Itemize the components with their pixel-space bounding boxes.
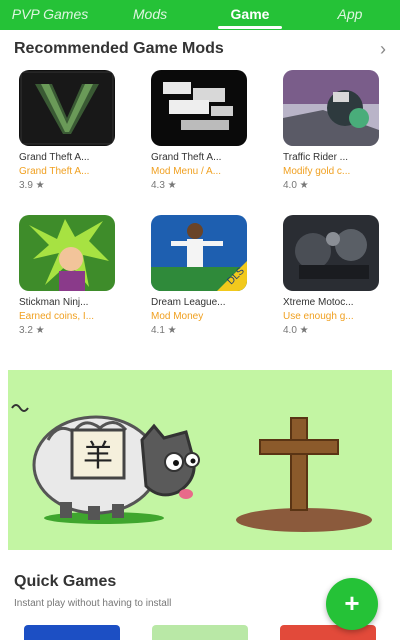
app-card[interactable]: Traffic Rider ... Modify gold c... 4.0 ★ [283,70,389,191]
tab-app[interactable]: App [300,0,400,30]
app-card[interactable]: DLS Dream League... Mod Money 4.1 ★ [151,215,257,336]
app-name: Stickman Ninj... [19,297,89,308]
app-rating: 3.9 ★ [19,180,45,191]
sheep-game-illustration: 羊 [8,370,392,550]
app-name: Xtreme Motoc... [283,297,354,308]
app-mod-info: Modify gold c... [283,166,351,177]
chevron-right-icon[interactable]: › [380,40,386,58]
app-thumbnail [283,215,379,291]
app-mod-info: Mod Menu / A... [151,166,222,177]
app-card[interactable]: Stickman Ninj... Earned coins, I... 3.2 … [19,215,125,336]
app-rating: 3.2 ★ [19,325,45,336]
svg-text:羊: 羊 [83,439,113,474]
add-fab-button[interactable]: + [326,578,378,630]
promo-banner[interactable]: 羊 [8,370,392,550]
app-mod-info: Grand Theft A... [19,166,90,177]
app-mod-info: Use enough g... [283,311,354,322]
app-thumbnail [19,70,115,146]
quick-games-subtitle: Instant play without having to install [14,598,172,609]
app-thumbnail [151,70,247,146]
app-rating: 4.3 ★ [151,180,177,191]
recommended-header[interactable]: Recommended Game Mods › [14,38,386,60]
app-rating: 4.0 ★ [283,180,309,191]
app-rating: 4.0 ★ [283,325,309,336]
app-thumbnail [283,70,379,146]
app-card[interactable]: Xtreme Motoc... Use enough g... 4.0 ★ [283,215,389,336]
app-mod-info: Mod Money [151,311,204,322]
tab-game[interactable]: Game [200,0,300,30]
quick-games-title: Quick Games [14,573,117,590]
app-thumbnail: DLS [151,215,247,291]
app-name: Dream League... [151,297,226,308]
app-name: Grand Theft A... [19,152,90,163]
app-mod-info: Earned coins, I... [19,311,95,322]
app-name: Traffic Rider ... [283,152,349,163]
quick-game-tile[interactable] [24,625,120,640]
app-name: Grand Theft A... [151,152,222,163]
quick-game-tile[interactable] [152,625,248,640]
app-rating: 4.1 ★ [151,325,177,336]
app-thumbnail [19,215,115,291]
app-card[interactable]: Grand Theft A... Grand Theft A... 3.9 ★ [19,70,125,191]
app-card[interactable]: Grand Theft A... Mod Menu / A... 4.3 ★ [151,70,257,191]
tab-pvp-games[interactable]: PVP Games [0,0,100,30]
tab-mods[interactable]: Mods [100,0,200,30]
top-tab-bar: PVP Games Mods Game App [0,0,400,30]
recommended-title: Recommended Game Mods [14,40,224,57]
